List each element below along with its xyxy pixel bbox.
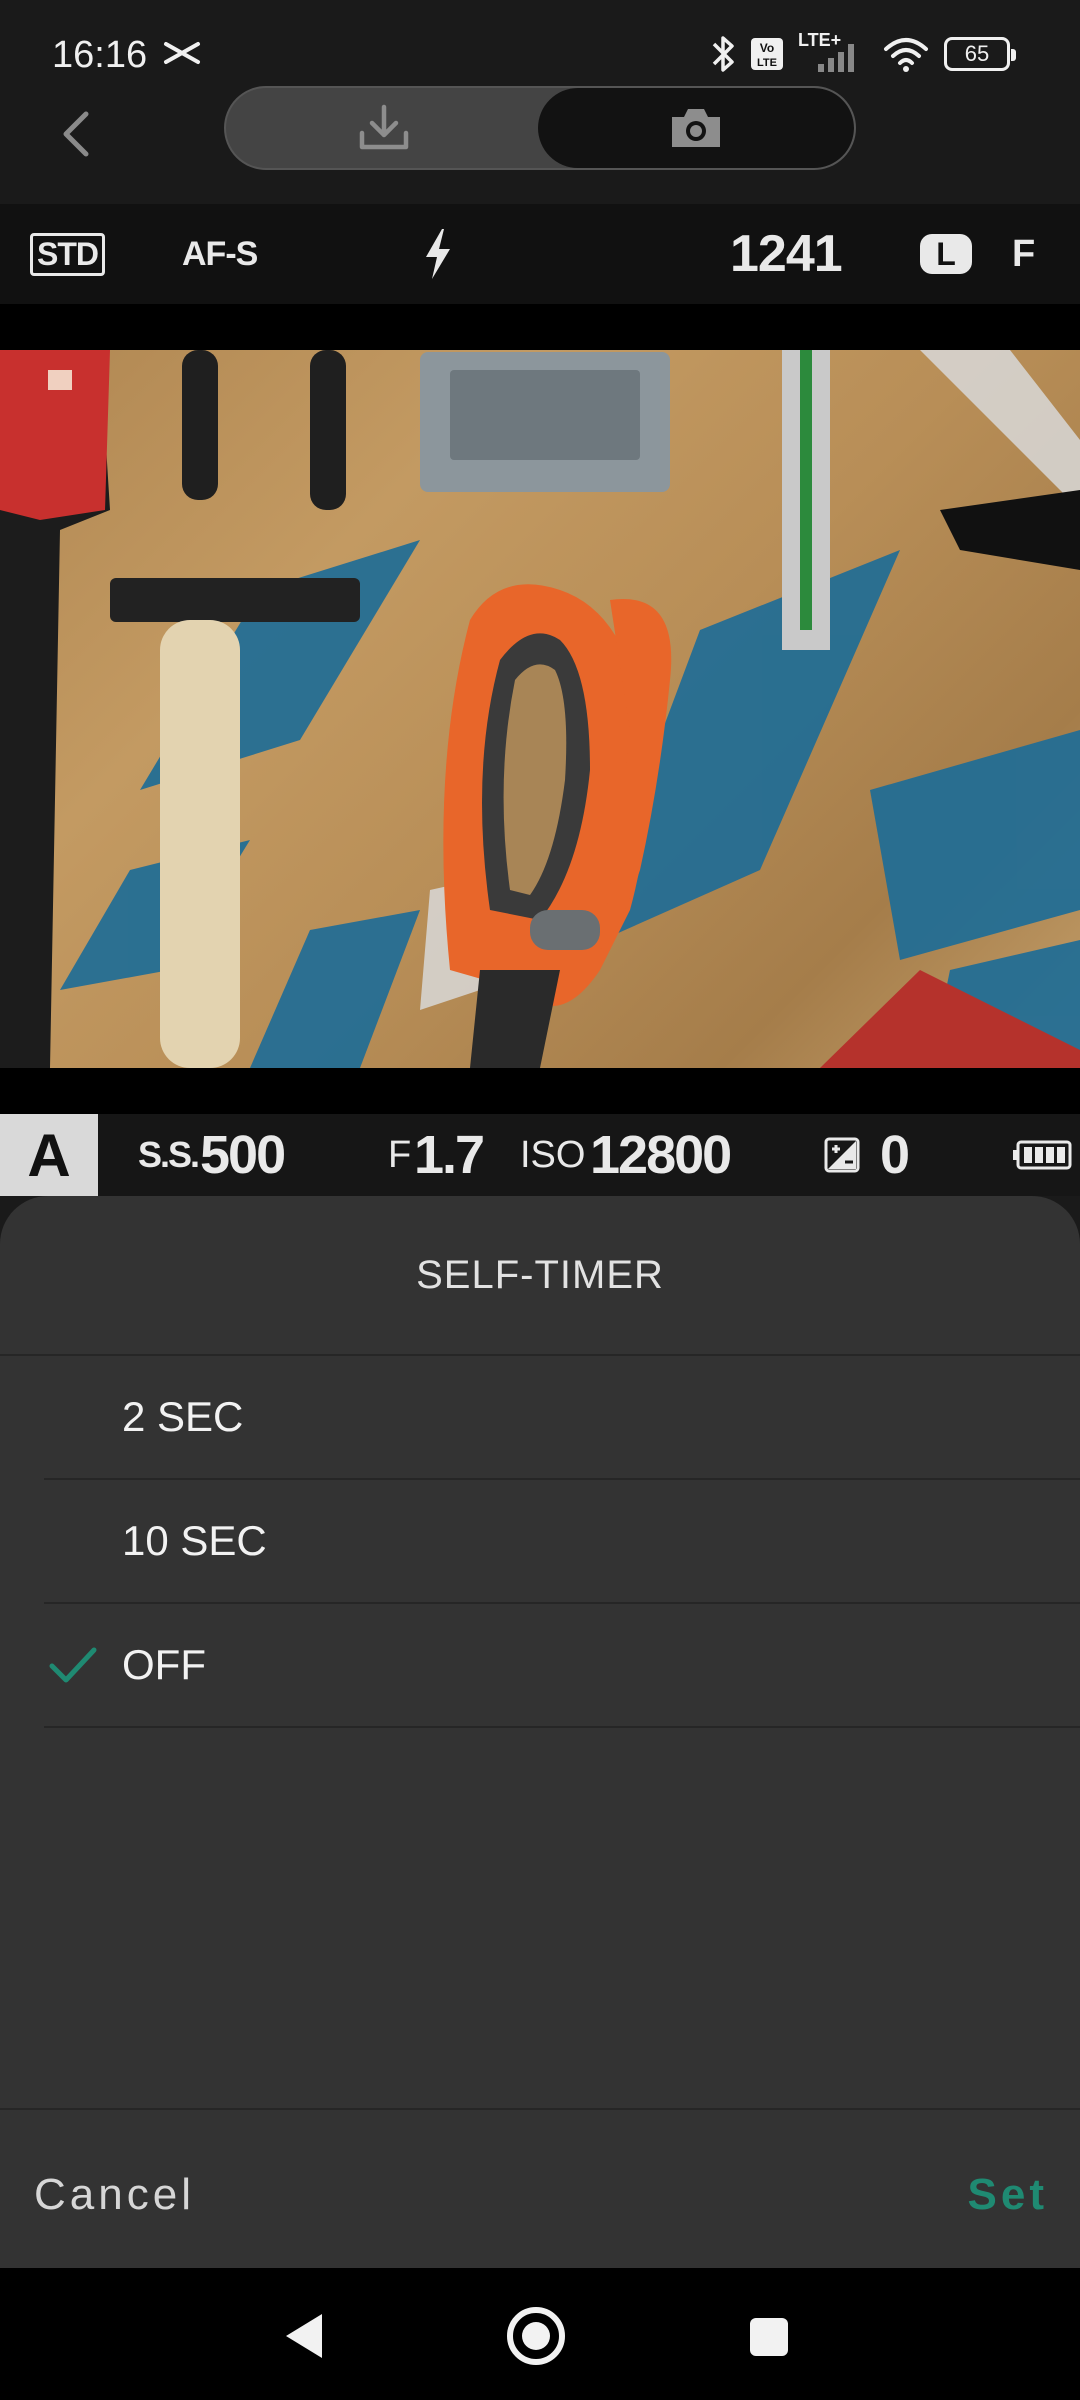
exposure-compensation-icon xyxy=(824,1114,860,1196)
film-simulation-badge: STD xyxy=(30,204,105,304)
focus-mode-label: AF-S xyxy=(182,234,258,273)
download-tab[interactable] xyxy=(226,88,542,168)
self-timer-sheet: SELF-TIMER 2 SEC 10 SEC OFF Cancel Set xyxy=(0,1196,1080,2268)
shutter-speed-label: S.S. xyxy=(138,1134,200,1175)
option-off[interactable]: OFF xyxy=(44,1604,1080,1728)
back-arrow-icon[interactable] xyxy=(48,104,108,164)
camera-battery-icon xyxy=(1012,1114,1072,1196)
divider xyxy=(0,2108,1080,2110)
status-icons: Vo LTE LTE+ 65 xyxy=(710,30,1016,76)
camera-tab[interactable] xyxy=(538,88,854,168)
exposure-compensation-value: 0 xyxy=(880,1125,911,1185)
status-bar: 16:16 Vo LTE LTE+ 65 xyxy=(0,0,1080,80)
aperture-label: F xyxy=(388,1133,412,1176)
scissors-notification-icon xyxy=(164,42,200,64)
svg-text:Vo: Vo xyxy=(760,41,774,55)
option-10-sec[interactable]: 10 SEC xyxy=(44,1480,1080,1604)
volte-icon: Vo LTE xyxy=(751,38,783,70)
image-quality-label: F xyxy=(1012,232,1036,275)
cellular-signal-icon: LTE+ xyxy=(798,30,868,74)
battery-level: 65 xyxy=(964,41,990,66)
camera-settings-bar: STD AF-S 1241 L F xyxy=(0,204,1080,304)
camera-icon xyxy=(672,109,720,147)
image-size-label: L xyxy=(920,234,972,274)
svg-text:LTE: LTE xyxy=(757,57,777,69)
sheet-title: SELF-TIMER xyxy=(416,1252,664,1297)
system-nav-bar xyxy=(0,2268,1080,2400)
status-time: 16:16 xyxy=(52,34,148,76)
iso-value: 12800 xyxy=(590,1125,732,1185)
back-triangle-icon[interactable] xyxy=(272,2304,336,2368)
wifi-icon xyxy=(884,38,928,72)
option-2-sec[interactable]: 2 SEC xyxy=(44,1356,1080,1480)
recents-square-icon[interactable] xyxy=(736,2304,800,2368)
option-label: 10 SEC xyxy=(122,1517,267,1564)
flash-icon xyxy=(420,204,456,304)
top-nav xyxy=(0,80,1080,204)
bluetooth-icon xyxy=(712,36,734,72)
shooting-mode-badge: A xyxy=(0,1114,98,1196)
phone-battery-icon: 65 xyxy=(944,37,1016,71)
film-simulation-label: STD xyxy=(30,232,105,276)
home-circle-icon[interactable] xyxy=(504,2304,568,2368)
checkmark-icon xyxy=(49,1647,97,1683)
image-size-badge: L xyxy=(920,204,972,304)
aperture-value: 1.7 xyxy=(414,1125,485,1185)
shutter-speed-value: 500 xyxy=(200,1125,286,1185)
mode-toggle xyxy=(224,86,856,170)
live-view-photo xyxy=(0,350,1080,1068)
iso-label: ISO xyxy=(520,1133,586,1176)
live-view-image xyxy=(0,350,1080,1068)
viewfinder-border-top xyxy=(0,304,1080,350)
cancel-button[interactable]: Cancel xyxy=(34,2170,195,2220)
set-button[interactable]: Set xyxy=(968,2170,1048,2220)
option-label: OFF xyxy=(122,1641,206,1688)
viewfinder-border-bottom xyxy=(0,1068,1080,1114)
exposure-bar: A S.S. 500 F 1.7 ISO 12800 0 xyxy=(0,1114,1080,1196)
option-label: 2 SEC xyxy=(122,1393,244,1440)
shots-remaining: 1241 xyxy=(730,225,843,283)
download-icon xyxy=(359,104,409,150)
